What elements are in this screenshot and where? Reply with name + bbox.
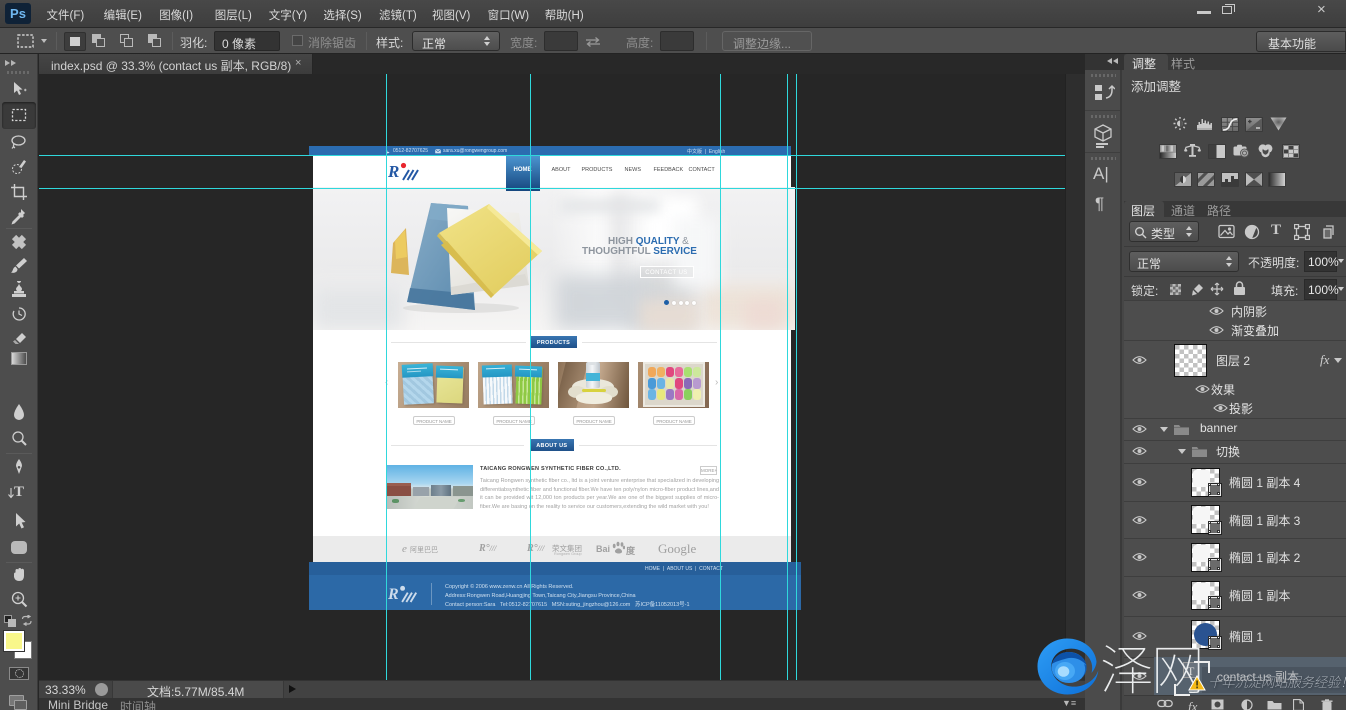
svg-text:R: R xyxy=(388,162,399,181)
svg-text:R: R xyxy=(388,586,399,603)
